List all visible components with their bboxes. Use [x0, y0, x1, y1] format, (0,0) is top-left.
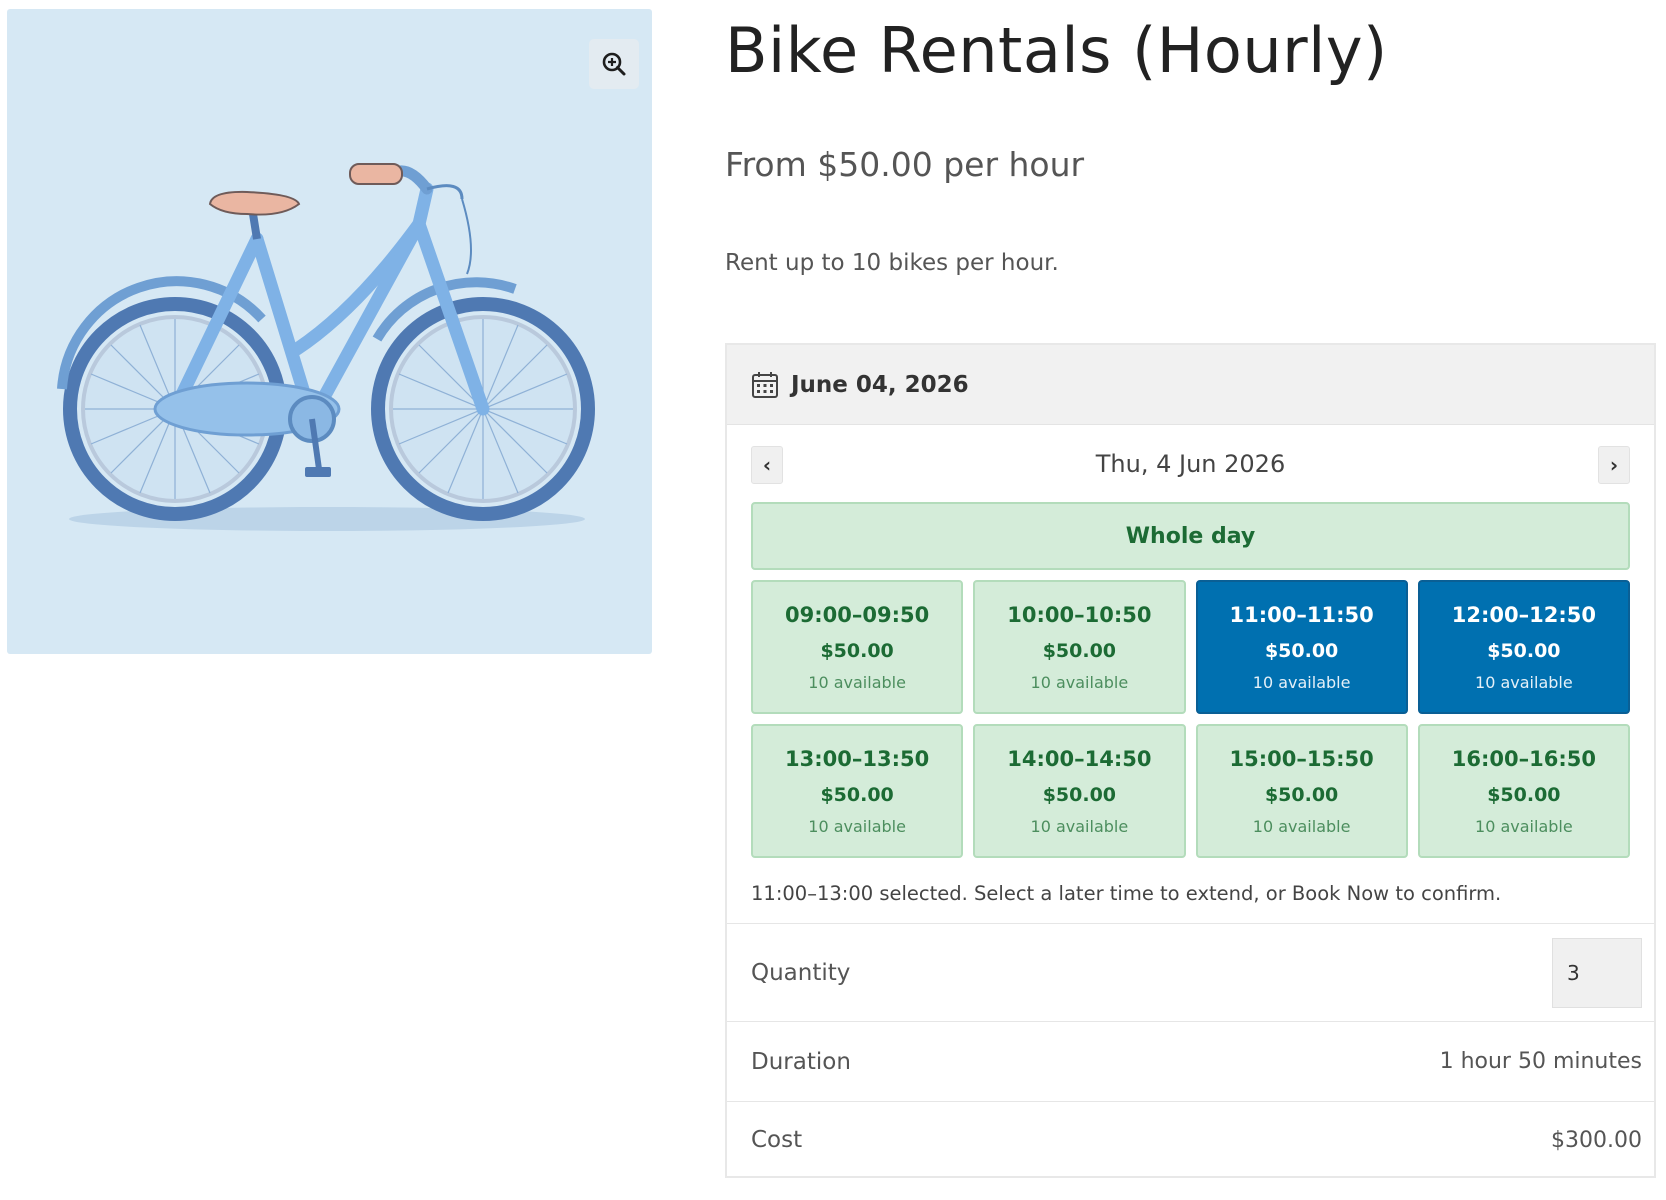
slot-availability: 10 available	[808, 672, 906, 692]
slot-time: 13:00–13:50	[785, 746, 930, 771]
slot-time: 11:00–11:50	[1229, 602, 1374, 627]
date-picker-toggle[interactable]: June 04, 2026	[727, 345, 1654, 425]
time-slot[interactable]: 09:00–09:50 $50.00 10 available	[751, 580, 964, 714]
time-slot[interactable]: 10:00–10:50 $50.00 10 available	[973, 580, 1186, 714]
cost-row: Cost $300.00	[727, 1101, 1654, 1178]
slot-time: 09:00–09:50	[785, 602, 930, 627]
slot-time: 14:00–14:50	[1007, 746, 1152, 771]
product-price: From $50.00 per hour	[725, 145, 1085, 184]
time-slot[interactable]: 16:00–16:50 $50.00 10 available	[1417, 724, 1630, 858]
zoom-in-button[interactable]	[589, 39, 639, 89]
slot-price: $50.00	[1487, 639, 1561, 662]
duration-value: 1 hour 50 minutes	[1439, 1049, 1642, 1074]
slot-price: $50.00	[820, 783, 894, 806]
duration-label: Duration	[751, 1048, 851, 1075]
slot-time: 15:00–15:50	[1229, 746, 1374, 771]
slot-price: $50.00	[1042, 783, 1117, 806]
time-slot[interactable]: 11:00–11:50 $50.00 10 available	[1195, 580, 1408, 714]
quantity-label: Quantity	[751, 959, 851, 986]
slot-availability: 10 available	[1475, 816, 1573, 836]
time-slot[interactable]: 14:00–14:50 $50.00 10 available	[973, 724, 1186, 858]
zoom-in-icon	[602, 52, 626, 76]
whole-day-button[interactable]: Whole day	[751, 502, 1630, 570]
time-slot-grid: 09:00–09:50 $50.00 10 available 10:00–10…	[751, 580, 1630, 858]
time-slot[interactable]: 15:00–15:50 $50.00 10 available	[1195, 724, 1408, 858]
product-image[interactable]	[7, 9, 652, 654]
slot-time: 12:00–12:50	[1451, 602, 1596, 627]
slot-price: $50.00	[1487, 783, 1561, 806]
slot-price: $50.00	[820, 639, 894, 662]
product-title: Bike Rentals (Hourly)	[725, 14, 1388, 87]
calendar-icon	[752, 371, 778, 398]
slot-availability: 10 available	[808, 816, 906, 836]
product-short-description: Rent up to 10 bikes per hour.	[725, 250, 1059, 276]
time-slot[interactable]: 12:00–12:50 $50.00 10 available	[1417, 580, 1630, 714]
day-navigation: ‹ Thu, 4 Jun 2026 ›	[751, 446, 1630, 484]
slot-availability: 10 available	[1475, 672, 1573, 692]
slot-price: $50.00	[1264, 783, 1339, 806]
slot-availability: 10 available	[1030, 672, 1129, 692]
product-page: Bike Rentals (Hourly) From $50.00 per ho…	[0, 0, 1666, 1200]
slot-availability: 10 available	[1252, 816, 1351, 836]
next-day-button[interactable]: ›	[1598, 446, 1630, 484]
slot-availability: 10 available	[1030, 816, 1129, 836]
selected-date: June 04, 2026	[791, 371, 969, 398]
slot-time: 16:00–16:50	[1451, 746, 1596, 771]
quantity-row: Quantity	[727, 923, 1654, 1021]
time-slot[interactable]: 13:00–13:50 $50.00 10 available	[751, 724, 964, 858]
slot-price: $50.00	[1264, 639, 1339, 662]
quantity-input[interactable]	[1552, 937, 1642, 1008]
duration-row: Duration 1 hour 50 minutes	[727, 1021, 1654, 1101]
cost-label: Cost	[751, 1127, 803, 1153]
slot-availability: 10 available	[1252, 672, 1351, 692]
current-day-label: Thu, 4 Jun 2026	[1095, 450, 1286, 478]
selection-note: 11:00–13:00 selected. Select a later tim…	[751, 882, 1502, 905]
slot-price: $50.00	[1042, 639, 1117, 662]
cost-value: $300.00	[1551, 1127, 1642, 1153]
bicycle-illustration	[57, 163, 595, 531]
booking-form: June 04, 2026 ‹ Thu, 4 Jun 2026 › Whole …	[725, 343, 1656, 1178]
slot-time: 10:00–10:50	[1007, 602, 1152, 627]
